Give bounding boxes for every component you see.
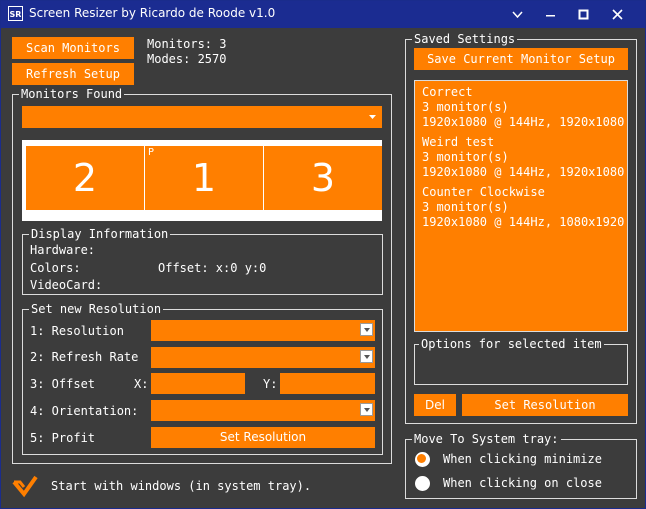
monitor-tile-label: 1 bbox=[191, 156, 217, 200]
app-window: SR Screen Resizer by Ricardo de Roode v1… bbox=[0, 0, 646, 509]
down-arrow-icon[interactable] bbox=[501, 1, 534, 28]
offset-y-input[interactable] bbox=[280, 373, 375, 394]
orientation-label: 4: Orientation: bbox=[30, 404, 139, 418]
minimize-icon[interactable] bbox=[534, 1, 567, 28]
options-legend: Options for selected item bbox=[419, 337, 604, 351]
display-info-group: Display Information Hardware: Colors: Of… bbox=[22, 227, 383, 295]
system-tray-group: Move To System tray: When clicking minim… bbox=[405, 432, 637, 499]
offset-y-label: Y: bbox=[263, 377, 278, 391]
primary-badge: P bbox=[148, 147, 155, 158]
list-item[interactable]: Correct 3 monitor(s) 1920x1080 @ 144Hz, … bbox=[422, 85, 627, 130]
list-item-modes: 1920x1080 @ 144Hz, 1920x1080 @ 144Hz bbox=[422, 165, 627, 179]
monitor-tile[interactable]: 3 bbox=[264, 146, 382, 210]
profit-label: 5: Profit bbox=[30, 431, 96, 445]
refresh-setup-button[interactable]: Refresh Setup bbox=[12, 63, 134, 85]
monitors-found-group: Monitors Found 2 P 1 3 Display Informati… bbox=[12, 87, 392, 464]
monitors-count: Monitors: 3 bbox=[147, 37, 227, 51]
close-icon[interactable] bbox=[601, 1, 634, 28]
orientation-select[interactable] bbox=[151, 400, 375, 421]
resolution-label: 1: Resolution bbox=[30, 324, 124, 338]
monitor-tile[interactable]: P 1 bbox=[145, 146, 263, 210]
delete-button[interactable]: Del bbox=[414, 394, 456, 416]
check-icon bbox=[12, 475, 38, 498]
chevron-down-icon bbox=[360, 323, 373, 336]
monitor-tile[interactable]: 2 bbox=[26, 146, 144, 210]
close-radio[interactable] bbox=[415, 476, 430, 491]
saved-settings-legend: Saved Settings bbox=[412, 32, 518, 46]
options-group: Options for selected item bbox=[414, 337, 628, 385]
list-item-name: Counter Clockwise bbox=[422, 185, 545, 199]
list-item-count: 3 monitor(s) bbox=[422, 100, 509, 114]
minimize-radio-label: When clicking minimize bbox=[443, 452, 602, 466]
saved-settings-group: Saved Settings Save Current Monitor Setu… bbox=[405, 32, 637, 424]
title-bar[interactable]: SR Screen Resizer by Ricardo de Roode v1… bbox=[1, 1, 645, 28]
list-item-modes: 1920x1080 @ 144Hz, 1080x1920 @ 144Hz bbox=[422, 215, 627, 229]
chevron-down-icon bbox=[360, 403, 373, 416]
minimize-radio[interactable] bbox=[415, 452, 430, 467]
set-resolution-button[interactable]: Set Resolution bbox=[151, 427, 375, 448]
modes-count: Modes: 2570 bbox=[147, 52, 227, 66]
offset-label: 3: Offset bbox=[30, 377, 96, 391]
offset-x-label: X: bbox=[134, 377, 149, 391]
offset-x-input[interactable] bbox=[151, 373, 245, 394]
display-info-legend: Display Information bbox=[29, 227, 171, 241]
chevron-down-icon bbox=[360, 350, 373, 363]
refresh-rate-select[interactable] bbox=[151, 347, 375, 368]
refresh-rate-label: 2: Refresh Rate bbox=[30, 350, 139, 364]
colors-label: Colors: bbox=[30, 261, 81, 275]
list-item[interactable]: Counter Clockwise 3 monitor(s) 1920x1080… bbox=[422, 185, 627, 230]
app-icon: SR bbox=[8, 6, 23, 21]
monitor-layout-panel: 2 P 1 3 bbox=[22, 140, 382, 221]
list-item-count: 3 monitor(s) bbox=[422, 200, 509, 214]
videocard-label: VideoCard: bbox=[30, 278, 103, 292]
chevron-down-icon bbox=[369, 115, 376, 119]
saved-settings-list[interactable]: Correct 3 monitor(s) 1920x1080 @ 144Hz, … bbox=[414, 80, 628, 332]
offset-value: Offset: x:0 y:0 bbox=[158, 261, 267, 275]
close-radio-label: When clicking on close bbox=[443, 476, 602, 490]
set-resolution-group: Set new Resolution 1: Resolution 2: Refr… bbox=[22, 302, 383, 455]
maximize-icon[interactable] bbox=[567, 1, 600, 28]
monitor-tile-label: 3 bbox=[310, 156, 336, 200]
hardware-label: Hardware: bbox=[30, 243, 96, 257]
list-item-count: 3 monitor(s) bbox=[422, 150, 509, 164]
list-item-modes: 1920x1080 @ 144Hz, 1920x1080 @ 144Hz bbox=[422, 115, 627, 129]
scan-monitors-button[interactable]: Scan Monitors bbox=[12, 37, 134, 59]
monitor-tile-label: 2 bbox=[72, 156, 98, 200]
list-item-name: Weird test bbox=[422, 135, 495, 149]
system-tray-legend: Move To System tray: bbox=[412, 432, 561, 446]
window-title: Screen Resizer by Ricardo de Roode v1.0 bbox=[29, 6, 276, 20]
startup-label: Start with windows (in system tray). bbox=[51, 479, 312, 493]
radio-dot-icon bbox=[417, 454, 426, 463]
resolution-select[interactable] bbox=[151, 320, 375, 341]
monitor-select[interactable] bbox=[22, 106, 382, 128]
list-item-name: Correct bbox=[422, 85, 473, 99]
startup-checkbox[interactable] bbox=[12, 473, 38, 499]
list-item[interactable]: Weird test 3 monitor(s) 1920x1080 @ 144H… bbox=[422, 135, 627, 180]
monitors-found-legend: Monitors Found bbox=[19, 87, 125, 101]
saved-set-resolution-button[interactable]: Set Resolution bbox=[462, 394, 628, 416]
set-resolution-legend: Set new Resolution bbox=[29, 302, 164, 316]
save-monitor-setup-button[interactable]: Save Current Monitor Setup bbox=[414, 48, 628, 70]
